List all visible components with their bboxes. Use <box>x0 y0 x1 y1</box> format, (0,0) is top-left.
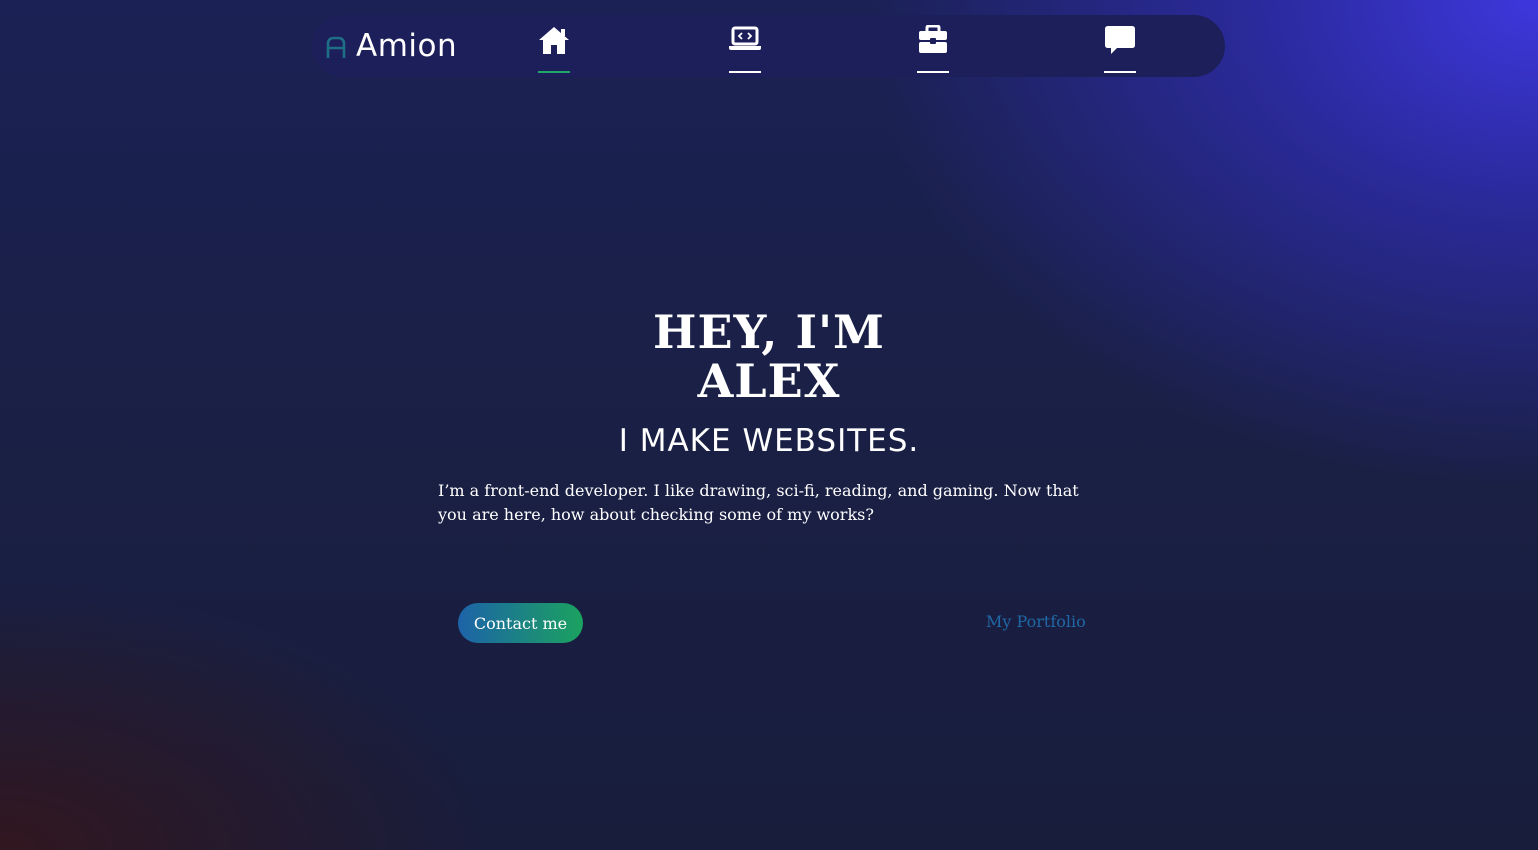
nav-active-indicator <box>538 71 570 73</box>
hero-subtitle: I MAKE WEBSITES. <box>618 423 920 459</box>
home-icon <box>539 27 569 54</box>
brand-logo[interactable]: Amion <box>326 27 457 65</box>
nav-indicator <box>1104 71 1136 73</box>
contact-me-button[interactable]: Contact me <box>458 603 583 643</box>
nav-item-contact[interactable] <box>1100 25 1140 73</box>
briefcase-icon <box>919 25 947 53</box>
navbar: Amion <box>312 15 1225 77</box>
brand-name: Amion <box>356 28 458 64</box>
hero-description: I’m a front-end developer. I like drawin… <box>438 481 1079 524</box>
laptop-code-icon <box>729 26 761 50</box>
a-logo-icon <box>326 36 346 58</box>
my-portfolio-link[interactable]: My Portfolio <box>986 612 1086 631</box>
nav-item-work[interactable] <box>913 25 953 73</box>
nav-item-projects[interactable] <box>725 25 765 73</box>
chat-bubble-icon <box>1105 26 1135 54</box>
nav-item-home[interactable] <box>534 25 574 73</box>
hero-title-line-1: HEY, I'M <box>653 305 885 359</box>
hero-title-line-2: ALEX <box>697 354 841 408</box>
nav-indicator <box>917 71 949 73</box>
nav-indicator <box>729 71 761 73</box>
hero-title: HEY, I'M ALEX <box>0 308 1538 406</box>
